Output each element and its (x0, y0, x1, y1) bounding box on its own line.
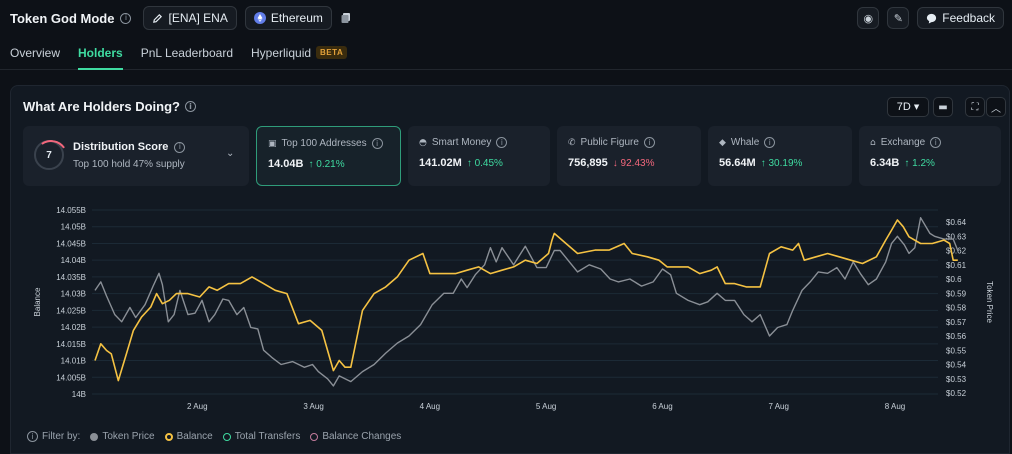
beta-badge: BETA (316, 46, 348, 59)
whale-card[interactable]: ◆ Whale i 56.64M ↑ 30.19% (708, 126, 852, 186)
card-title: Smart Money (431, 137, 492, 148)
legend-label: Balance Changes (322, 431, 402, 442)
info-icon[interactable]: i (764, 137, 776, 148)
card-title: Exchange (880, 137, 926, 148)
panel-header: What Are Holders Doing? i (23, 99, 196, 114)
legend-total-transfers[interactable]: Total Transfers (222, 431, 301, 442)
info-icon[interactable]: i (174, 141, 186, 153)
tab-label: Hyperliquid (251, 45, 312, 60)
pin-icon: ✎ (893, 11, 903, 25)
legend-dot (90, 432, 99, 441)
legend-dot (222, 432, 231, 441)
holders-panel: What Are Holders Doing? i 7D ▼ ▬ ⛶ ︿ 7 D… (10, 85, 1010, 454)
card-change: ↑ 0.21% (308, 159, 345, 170)
feedback-label: Feedback (942, 11, 995, 25)
info-icon: i (27, 431, 38, 442)
public-figure-card[interactable]: ✆ Public Figure i 756,895 ↓ 92.43% (557, 126, 701, 186)
filter-label-group: i Filter by: (27, 431, 80, 442)
legend-dot (164, 432, 173, 441)
chevron-up-icon: ︿ (991, 103, 1001, 115)
bank-icon: ⌂ (870, 137, 876, 148)
filter-label: Filter by: (42, 431, 81, 442)
tab-pnl-leaderboard[interactable]: PnL Leaderboard (141, 36, 233, 69)
token-label: [ENA] ENA (168, 11, 228, 25)
panel-title: What Are Holders Doing? (23, 99, 180, 114)
collapse-button[interactable]: ︿ (986, 97, 1006, 117)
chain-selector[interactable]: Ethereum (244, 6, 332, 30)
copy-icon[interactable] (340, 12, 352, 24)
brain-icon: ◓ (419, 137, 427, 148)
info-icon[interactable]: i (643, 137, 655, 148)
range-select[interactable]: 7D ▼ (887, 97, 929, 117)
calendar-icon: ▬ (938, 101, 948, 113)
tab-hyperliquid[interactable]: Hyperliquid BETA (251, 36, 348, 69)
card-value: 756,895 (568, 157, 608, 169)
card-value: 14.04B (268, 158, 304, 170)
legend-balance[interactable]: Balance (164, 431, 213, 442)
info-icon[interactable]: i (496, 137, 508, 148)
distribution-text: Distribution Score i Top 100 hold 47% su… (73, 141, 186, 170)
legend-label: Token Price (102, 431, 155, 442)
legend-balance-changes[interactable]: Balance Changes (310, 431, 401, 442)
chain-label: Ethereum (270, 11, 323, 25)
info-icon[interactable]: i (184, 101, 196, 112)
pin-button[interactable]: ✎ (887, 7, 910, 29)
tab-label: Overview (10, 45, 61, 60)
megaphone-icon: ✆ (568, 137, 576, 148)
tab-holders[interactable]: Holders (78, 36, 123, 70)
info-icon[interactable]: i (371, 138, 383, 149)
card-title: Whale (730, 137, 760, 148)
card-change: ↑ 0.45% (466, 158, 503, 169)
card-change: ↑ 1.2% (904, 158, 935, 169)
card-change: ↑ 30.19% (760, 158, 803, 169)
wallet-icon: ▣ (268, 138, 277, 149)
distribution-score-card[interactable]: 7 Distribution Score i Top 100 hold 47% … (23, 126, 249, 186)
legend-label: Total Transfers (234, 431, 301, 442)
legend-token-price[interactable]: Token Price (90, 431, 155, 442)
token-selector[interactable]: [ENA] ENA (143, 6, 237, 30)
range-value: 7D (896, 101, 911, 113)
pencil-icon (153, 13, 163, 23)
legend-dot (310, 432, 319, 441)
tab-bar: Overview Holders PnL Leaderboard Hyperli… (0, 36, 1012, 70)
legend-label: Balance (176, 431, 213, 442)
top-bar: Token God Mode i [ENA] ENA Ethereum ◉ ✎ … (0, 0, 1012, 36)
chevron-down-icon[interactable]: ⌄ (226, 148, 234, 159)
tab-label: Holders (78, 45, 123, 60)
ethereum-icon (253, 12, 266, 24)
chat-bubble-icon (927, 13, 937, 24)
info-icon[interactable]: i (120, 12, 132, 24)
card-title: Public Figure (580, 137, 639, 148)
caret-down-icon: ▼ (913, 103, 920, 111)
info-icon[interactable]: i (930, 137, 942, 148)
card-change: ↓ 92.43% (612, 158, 655, 169)
card-value: 56.64M (719, 157, 756, 169)
expand-icon: ⛶ (971, 101, 979, 113)
distribution-score-ring: 7 (34, 140, 64, 170)
distribution-score-title: Distribution Score (73, 141, 169, 153)
expand-button[interactable]: ⛶ (965, 97, 985, 117)
feedback-button[interactable]: Feedback (917, 7, 1004, 29)
card-title: Top 100 Addresses (281, 138, 367, 149)
eye-icon: ◉ (863, 11, 874, 25)
calendar-button[interactable]: ▬ (933, 97, 953, 117)
distribution-subtitle: Top 100 hold 47% supply (73, 159, 185, 170)
distribution-score-value: 7 (46, 149, 52, 161)
smart-money-card[interactable]: ◓ Smart Money i 141.02M ↑ 0.45% (408, 126, 550, 186)
chart-legend: i Filter by: Token Price Balance Total T… (27, 431, 401, 442)
tab-label: PnL Leaderboard (140, 45, 233, 60)
card-value: 141.02M (419, 157, 462, 169)
tab-overview[interactable]: Overview (10, 36, 60, 69)
card-value: 6.34B (870, 157, 900, 169)
watch-button[interactable]: ◉ (857, 7, 880, 29)
top-100-card[interactable]: ▣ Top 100 Addresses i 14.04B ↑ 0.21% (256, 126, 401, 186)
whale-icon: ◆ (719, 137, 726, 148)
exchange-card[interactable]: ⌂ Exchange i 6.34B ↑ 1.2% (859, 126, 1001, 186)
app-title: Token God Mode (10, 10, 115, 26)
